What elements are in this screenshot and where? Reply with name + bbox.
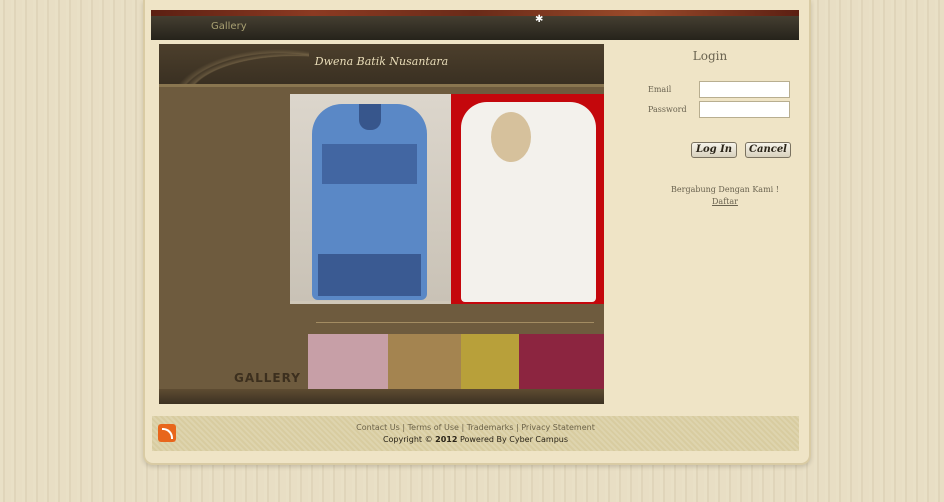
join-text: Bergabung Dengan Kami ! <box>671 185 779 194</box>
powered-by: Powered By Cyber Campus <box>459 435 569 444</box>
thumbnail-strip <box>308 334 604 389</box>
shirt-shape <box>461 102 596 302</box>
cancel-button[interactable]: Cancel <box>745 142 791 158</box>
dress-shape <box>312 104 427 300</box>
panel-header: Dwena Batik Nusantara <box>159 44 604 84</box>
thumbnail-yellow-dress[interactable] <box>461 334 519 389</box>
site-title: Dwena Batik Nusantara <box>314 55 449 68</box>
dress-hem <box>318 254 421 296</box>
footer: Contact Us | Terms of Use | Trademarks |… <box>152 416 799 451</box>
star-icon: ✱ <box>535 14 544 25</box>
copyright-prefix: Copyright © <box>382 435 433 444</box>
password-field[interactable] <box>699 101 790 118</box>
panel-footer-band <box>159 389 604 404</box>
register-link[interactable]: Daftar <box>645 197 805 206</box>
dress-pattern <box>322 144 417 184</box>
login-title: Login <box>692 49 728 63</box>
trademarks-link[interactable]: Trademarks <box>467 423 514 432</box>
password-label: Password <box>648 105 687 114</box>
gallery-panel: Dwena Batik Nusantara GALLERY <box>159 44 604 404</box>
blue-dress-photo <box>290 94 451 301</box>
login-button[interactable]: Log In <box>691 142 737 158</box>
dress-neck <box>359 104 381 130</box>
top-nav: Gallery ✱ <box>151 10 799 40</box>
nav-decor-strip <box>151 10 799 16</box>
contact-link[interactable]: Contact Us <box>356 423 400 432</box>
featured-image <box>290 94 604 304</box>
header-divider <box>159 84 604 87</box>
gallery-divider <box>316 322 594 323</box>
email-field[interactable] <box>699 81 790 98</box>
login-box: Login Email Password Log In Cancel Berga… <box>645 45 795 215</box>
thumbnail-maroon-dress[interactable] <box>519 334 604 389</box>
thumbnail-hijab[interactable] <box>308 334 388 389</box>
copyright: Copyright © 2012 Powered By Cyber Campus <box>152 435 799 444</box>
white-shirt-photo <box>451 94 604 304</box>
email-label: Email <box>648 85 672 94</box>
gallery-label: GALLERY <box>234 371 301 385</box>
shirt-embroidery <box>491 112 531 162</box>
terms-link[interactable]: Terms of Use <box>408 423 459 432</box>
thumbnail-gold-shirt[interactable] <box>388 334 461 389</box>
privacy-link[interactable]: Privacy Statement <box>521 423 595 432</box>
nav-link-gallery[interactable]: Gallery <box>211 21 247 32</box>
copyright-year: 2012 <box>435 435 458 444</box>
footer-links: Contact Us | Terms of Use | Trademarks |… <box>152 423 799 432</box>
